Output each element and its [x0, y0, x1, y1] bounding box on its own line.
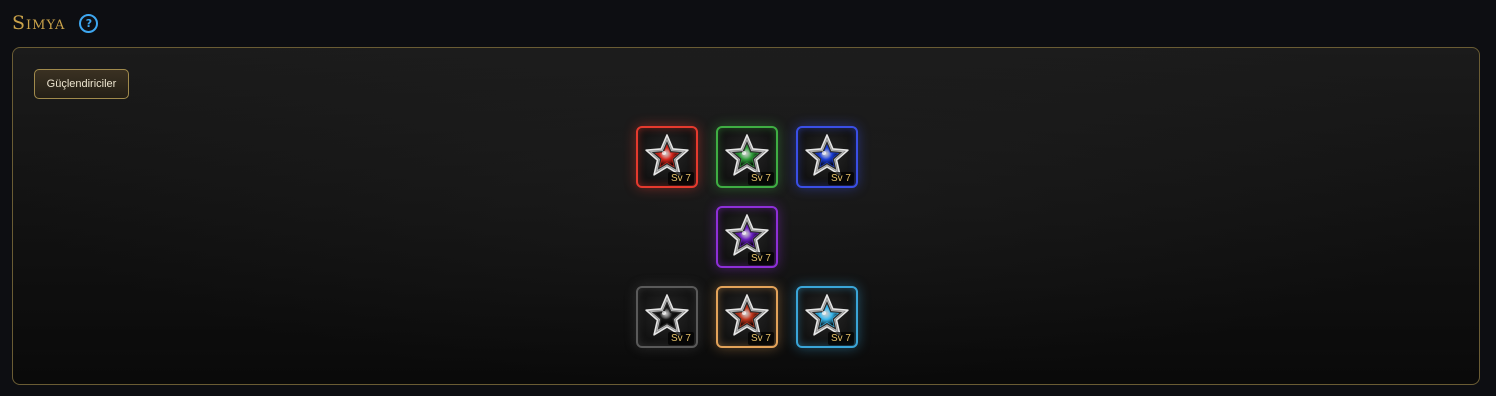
gem-highlight — [742, 231, 746, 235]
stone-level-label: Sv 7 — [667, 332, 694, 345]
help-icon[interactable]: ? — [79, 13, 99, 33]
gem-highlight — [822, 151, 826, 155]
stone-slot-black[interactable]: Sv 7 — [636, 286, 698, 348]
page-header: Sımya ? — [12, 10, 99, 36]
stone-level-label: Sv 7 — [827, 332, 854, 345]
stone-slot-cyan[interactable]: Sv 7 — [796, 286, 858, 348]
stone-level-label: Sv 7 — [827, 172, 854, 185]
stone-slot-red[interactable]: Sv 7 — [636, 126, 698, 188]
alchemy-panel: Güçlendiriciler Sv 7 Sv 7 Sv 7 Sv 7 Sv 7… — [12, 47, 1480, 385]
gem-highlight — [822, 311, 826, 315]
stone-level-label: Sv 7 — [667, 172, 694, 185]
page-title: Sımya — [12, 12, 66, 34]
gem-highlight — [662, 311, 666, 315]
stone-slot-green[interactable]: Sv 7 — [716, 126, 778, 188]
stone-level-label: Sv 7 — [747, 332, 774, 345]
stone-level-label: Sv 7 — [747, 172, 774, 185]
stone-level-label: Sv 7 — [747, 252, 774, 265]
gem-highlight — [742, 151, 746, 155]
enhancers-tab-button[interactable]: Güçlendiriciler — [34, 69, 129, 99]
stone-slot-blue[interactable]: Sv 7 — [796, 126, 858, 188]
stone-slot-purple[interactable]: Sv 7 — [716, 206, 778, 268]
stone-slot-orange[interactable]: Sv 7 — [716, 286, 778, 348]
gem-highlight — [742, 311, 746, 315]
gem-highlight — [662, 151, 666, 155]
